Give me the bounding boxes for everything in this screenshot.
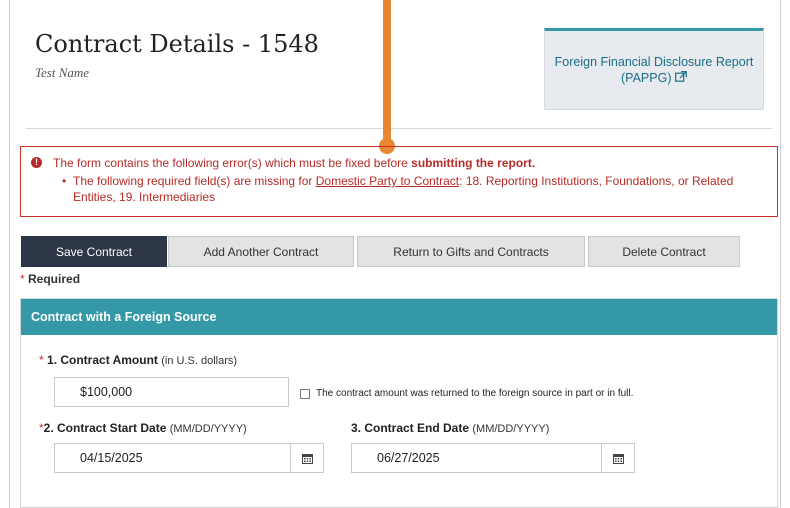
foreign-financial-disclosure-report-button[interactable]: Foreign Financial Disclosure Report (PAP… (544, 28, 764, 110)
contract-start-date-label-text: 2. Contract Start Date (43, 421, 167, 435)
annotation-pointer-line (383, 0, 391, 146)
domestic-party-link[interactable]: Domestic Party to Contract (316, 174, 459, 188)
contract-amount-label-text: 1. Contract Amount (47, 353, 158, 367)
contract-start-date-value: 04/15/2025 (80, 451, 143, 465)
exclamation-circle-icon: ! (31, 157, 42, 168)
contract-end-date-value: 06/27/2025 (377, 451, 440, 465)
contract-start-date-hint: (MM/DD/YYYY) (169, 423, 247, 435)
required-label: Required (28, 272, 81, 286)
save-contract-button[interactable]: Save Contract (21, 236, 167, 267)
section-header: Contract with a Foreign Source (21, 299, 777, 335)
required-star: * (39, 353, 44, 367)
contract-start-date-input[interactable]: 04/15/2025 (54, 443, 324, 473)
error-bullet: • The following required field(s) are mi… (62, 174, 734, 204)
required-star: * (20, 272, 25, 286)
page-subtitle: Test Name (35, 65, 90, 80)
external-link-icon (675, 71, 687, 82)
contract-foreign-source-section: Contract with a Foreign Source * 1. Cont… (20, 298, 778, 508)
amount-returned-checkbox-label: The contract amount was returned to the … (316, 388, 634, 399)
error-message: The form contains the following error(s)… (53, 156, 535, 170)
contract-end-date-label-text: 3. Contract End Date (351, 421, 470, 435)
error-message-bold: submitting the report. (411, 156, 536, 170)
delete-contract-button[interactable]: Delete Contract (588, 236, 740, 267)
contract-amount-input[interactable]: $100,000 (54, 377, 289, 407)
contract-amount-hint: (in U.S. dollars) (161, 355, 238, 367)
calendar-icon[interactable] (290, 444, 323, 472)
error-bullet-prefix: The following required field(s) are miss… (73, 174, 316, 188)
page-title: Contract Details - 1548 (35, 30, 319, 58)
report-button-label-2: (PAPPG) (621, 71, 672, 85)
contract-end-date-hint: (MM/DD/YYYY) (472, 423, 550, 435)
return-to-gifts-and-contracts-button[interactable]: Return to Gifts and Contracts (357, 236, 585, 267)
report-button-label: Foreign Financial Disclosure Report (554, 55, 754, 69)
header-divider (26, 128, 772, 129)
contract-end-date-label: 3. Contract End Date (MM/DD/YYYY) (351, 421, 549, 435)
error-message-prefix: The form contains the following error(s)… (53, 156, 412, 170)
contract-amount-label: * 1. Contract Amount (in U.S. dollars) (39, 353, 237, 367)
amount-returned-checkbox[interactable] (300, 389, 310, 399)
contract-end-date-input[interactable]: 06/27/2025 (351, 443, 635, 473)
contract-start-date-label: *2. Contract Start Date (MM/DD/YYYY) (39, 421, 247, 435)
error-alert: ! The form contains the following error(… (20, 146, 778, 217)
calendar-icon[interactable] (601, 444, 634, 472)
required-note: * Required (20, 272, 80, 286)
add-another-contract-button[interactable]: Add Another Contract (168, 236, 354, 267)
